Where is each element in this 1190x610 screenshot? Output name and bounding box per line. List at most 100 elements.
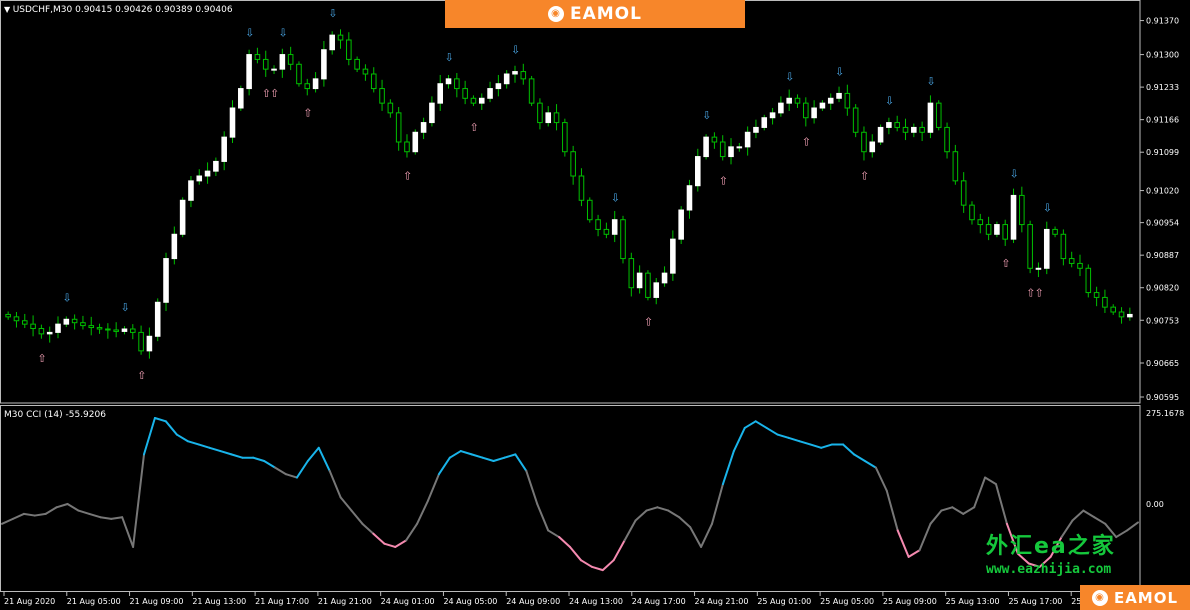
candle-body <box>744 131 751 148</box>
candle-body <box>71 318 78 324</box>
cci-line-segment <box>416 499 429 525</box>
price-tick-label: 0.90954 <box>1146 219 1179 228</box>
cci-line-segment <box>798 440 812 446</box>
cci-line-segment <box>874 466 888 492</box>
candle-body <box>229 107 236 138</box>
cci-line-segment <box>208 446 222 453</box>
cci-line-segment <box>55 502 69 509</box>
candle-body <box>370 73 377 90</box>
sell-signal-arrow: ⇩ <box>785 70 794 83</box>
cci-line-segment <box>1071 509 1085 522</box>
candle-body <box>1102 296 1108 308</box>
candle-body <box>1019 194 1025 226</box>
candle-body <box>204 170 211 177</box>
time-tick-label: 25 Aug 13:00 <box>946 597 1000 606</box>
candle-body <box>487 88 493 99</box>
candle-body <box>852 107 859 133</box>
cci-line-segment <box>1 517 14 525</box>
cci-line-segment <box>405 522 419 542</box>
time-tick-label: 25 Aug 01:00 <box>757 597 811 606</box>
candle-body <box>138 331 144 352</box>
candle-body <box>113 329 119 332</box>
time-tick-label: 25 Aug 09:00 <box>883 597 937 606</box>
cci-line-segment <box>383 542 397 548</box>
candle-body <box>462 88 468 99</box>
time-tick-label: 24 Aug 17:00 <box>632 597 686 606</box>
time-tick-label: 21 Aug 05:00 <box>67 597 121 606</box>
buy-signal-arrow: ⇧ <box>403 170 412 183</box>
candle-body <box>412 131 419 153</box>
candle-body <box>595 219 601 230</box>
time-tick-label: 24 Aug 05:00 <box>443 597 497 606</box>
candle-body <box>836 92 842 99</box>
candle-body <box>437 83 443 104</box>
price-tick-label: 0.90595 <box>1146 393 1179 402</box>
cci-line-segment <box>121 516 135 548</box>
cci-line-segment <box>143 417 156 456</box>
candle-body <box>902 126 909 133</box>
candle-body <box>703 136 709 158</box>
candle-body <box>678 209 684 240</box>
cci-line-segment <box>1126 521 1139 532</box>
candle-body <box>570 151 576 177</box>
candle-body <box>927 102 934 133</box>
sell-signal-arrow: ⇩ <box>245 27 254 40</box>
cci-line-segment <box>558 536 571 548</box>
candle-body <box>105 328 111 331</box>
cci-line-segment <box>929 509 943 525</box>
candle-body <box>586 199 593 221</box>
candle-body <box>944 126 950 153</box>
cci-line-segment <box>973 476 987 509</box>
candle-body <box>611 219 618 235</box>
candle-body <box>188 180 194 201</box>
buy-signal-arrow: ⇧ <box>802 136 811 149</box>
candle-body <box>1043 228 1050 269</box>
symbol-dropdown-icon[interactable]: ▼ <box>4 5 13 14</box>
candle-body <box>354 58 360 70</box>
cci-line-segment <box>700 522 713 548</box>
buy-signal-arrow: ⇧ <box>860 170 869 183</box>
candle-body <box>495 83 502 90</box>
cci-line-segment <box>579 559 593 568</box>
candle-body <box>196 175 203 182</box>
sell-signal-arrow: ⇩ <box>885 95 894 108</box>
cci-line-segment <box>820 443 834 449</box>
cci-line-segment <box>732 426 746 453</box>
candle-body <box>254 54 261 60</box>
candle-body <box>395 112 402 143</box>
cci-line-segment <box>263 459 277 469</box>
candle-body <box>753 126 759 133</box>
cci-line-segment <box>809 443 823 449</box>
cci-line-segment <box>503 453 517 459</box>
candle-body <box>827 97 834 104</box>
cci-line-segment <box>427 473 440 502</box>
candle-body <box>296 63 302 85</box>
cci-line-segment <box>601 559 615 572</box>
cci-line-segment <box>612 539 626 562</box>
cci-line-segment <box>743 420 757 429</box>
candle-body <box>969 204 975 221</box>
cci-line-segment <box>853 453 866 462</box>
cci-line-segment <box>328 469 342 499</box>
price-tick-label: 0.90820 <box>1146 284 1179 293</box>
candle-body <box>1068 258 1075 264</box>
candle-body <box>1127 313 1133 318</box>
cci-line-segment <box>995 483 1008 525</box>
cci-line-segment <box>295 459 309 479</box>
candle-body <box>171 233 178 260</box>
candle-body <box>80 322 86 327</box>
candle-body <box>304 83 311 90</box>
price-tick-label: 0.91020 <box>1146 187 1179 196</box>
cci-line-segment <box>721 450 735 486</box>
candle-body <box>262 58 269 70</box>
candle-body <box>686 185 693 211</box>
cci-line-segment <box>394 539 408 548</box>
candle-body <box>1010 194 1017 240</box>
candle-body <box>321 49 327 80</box>
eamol-logo-icon-bottom: ◉ <box>1091 589 1108 606</box>
candle-body <box>578 175 585 201</box>
cci-line-segment <box>1115 529 1129 539</box>
sell-signal-arrow: ⇩ <box>1043 201 1052 214</box>
cci-line-segment <box>842 443 855 456</box>
cci-line-segment <box>448 450 462 459</box>
